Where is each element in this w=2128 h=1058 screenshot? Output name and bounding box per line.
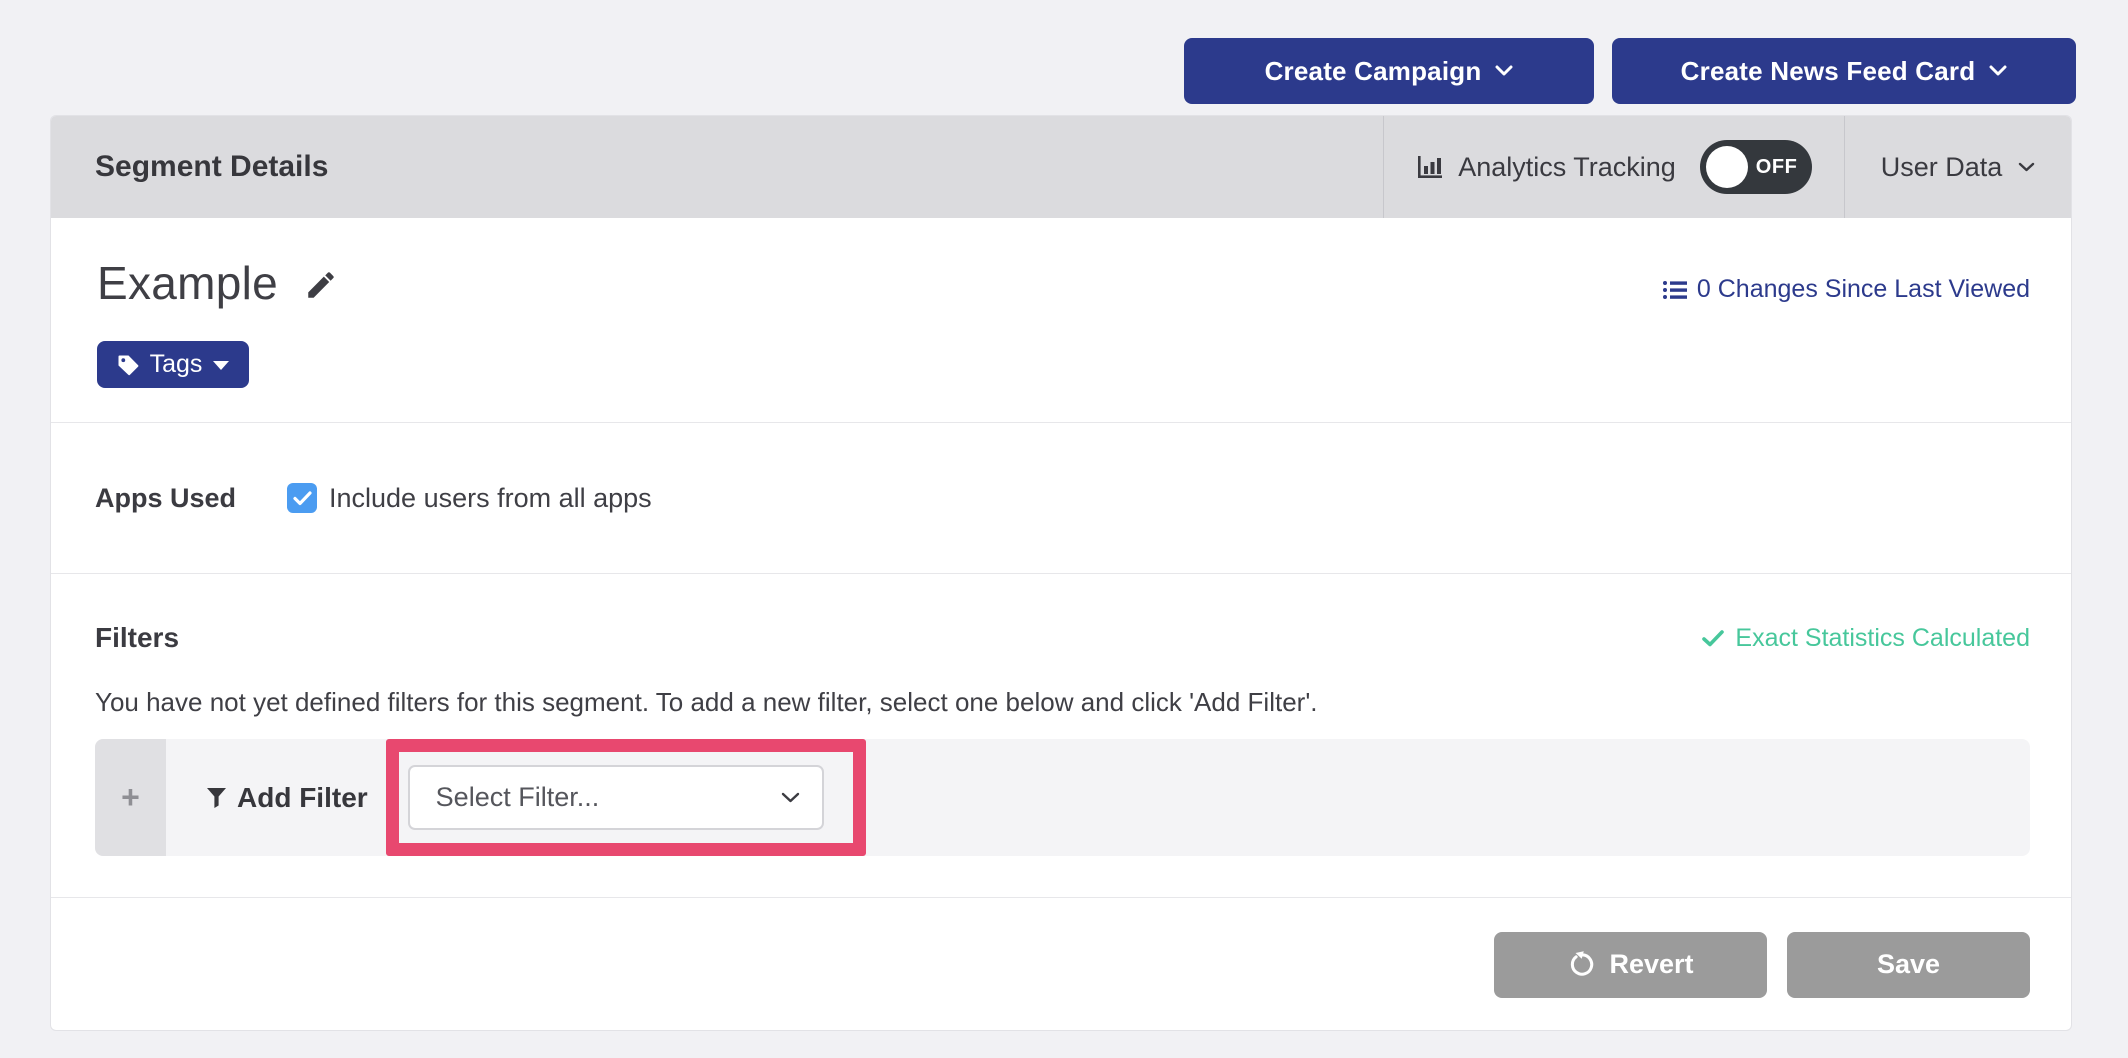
plus-icon: + [121,779,140,816]
segment-name: Example [97,256,278,310]
revert-label: Revert [1609,949,1693,980]
filters-empty-message: You have not yet defined filters for thi… [95,687,1318,718]
segment-details-card: Segment Details Analytics Tracking OFF U… [50,115,2072,1031]
apps-used-label: Apps Used [95,483,287,514]
card-header: Segment Details Analytics Tracking OFF U… [51,116,2071,218]
toggle-state-label: OFF [1756,140,1798,194]
revert-undo-icon [1567,951,1594,978]
analytics-tracking-toggle[interactable]: OFF [1700,140,1812,194]
list-icon [1663,280,1687,300]
chevron-down-icon [1495,65,1513,77]
checkmark-icon [293,491,312,506]
edit-pencil-icon[interactable] [304,268,338,302]
include-all-apps-label: Include users from all apps [329,483,652,514]
chevron-down-icon [2018,162,2035,173]
filters-section: Filters Exact Statistics Calculated You … [51,574,2071,898]
segment-title-section: Example 0 Changes Since Last Viewed [51,218,2071,423]
tag-icon [117,354,139,376]
exact-statistics-label: Exact Statistics Calculated [1735,624,2030,653]
funnel-icon [206,787,227,808]
chevron-down-icon [781,792,800,804]
save-button[interactable]: Save [1787,932,2030,998]
page-title: Segment Details [51,116,1383,218]
add-filter-label: Add Filter [237,782,368,814]
user-data-dropdown[interactable]: User Data [1844,116,2071,218]
add-filter-plus-button[interactable]: + [95,739,166,856]
check-icon [1702,630,1724,647]
changes-link-label: 0 Changes Since Last Viewed [1697,275,2030,304]
analytics-tracking-label: Analytics Tracking [1458,152,1676,183]
chevron-down-icon [1989,65,2007,77]
changes-since-last-viewed-link[interactable]: 0 Changes Since Last Viewed [1663,275,2030,304]
card-footer: Revert Save [51,898,2071,1031]
include-all-apps-checkbox[interactable] [287,483,317,513]
apps-used-section: Apps Used Include users from all apps [51,423,2071,574]
create-campaign-button[interactable]: Create Campaign [1184,38,1594,104]
save-label: Save [1877,949,1940,980]
user-data-label: User Data [1881,152,2003,183]
caret-down-icon [213,361,229,370]
annotation-highlight-box: Select Filter... [386,739,866,856]
top-action-bar: Create Campaign Create News Feed Card [1184,38,2076,104]
add-filter-row-body: Add Filter Select Filter... [166,739,2030,856]
create-news-feed-card-button[interactable]: Create News Feed Card [1612,38,2076,104]
tags-button[interactable]: Tags [97,341,249,388]
revert-button[interactable]: Revert [1494,932,1767,998]
filters-label: Filters [95,622,179,654]
bar-chart-icon [1416,154,1444,180]
select-filter-dropdown[interactable]: Select Filter... [408,765,824,830]
create-campaign-label: Create Campaign [1265,56,1482,87]
tags-button-label: Tags [150,350,203,379]
exact-statistics-status: Exact Statistics Calculated [1702,624,2030,653]
select-filter-placeholder: Select Filter... [436,782,600,813]
toggle-knob [1706,146,1748,188]
add-filter-row: + Add Filter Select Filter... [95,739,2030,856]
analytics-tracking-section: Analytics Tracking OFF [1383,116,1844,218]
add-filter-label-group: Add Filter [206,782,368,814]
create-news-feed-card-label: Create News Feed Card [1681,56,1976,87]
